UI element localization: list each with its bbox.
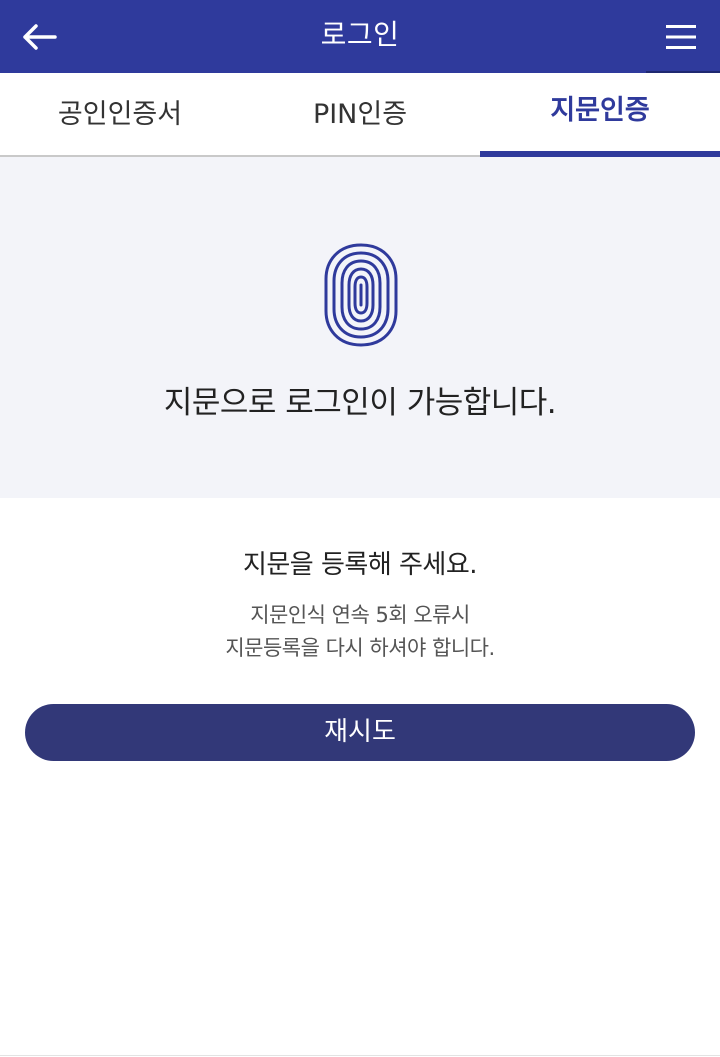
retry-button[interactable]: 재시도: [25, 704, 695, 761]
app-header: 로그인: [0, 0, 720, 73]
error-notice-line-2: 지문등록을 다시 하셔야 합니다.: [225, 636, 495, 660]
page-title: 로그인: [320, 18, 400, 51]
fingerprint-hero: 지문으로 로그인이 가능합니다.: [0, 157, 720, 498]
tab-pin[interactable]: PIN인증: [240, 73, 480, 155]
fingerprint-login-message: 지문으로 로그인이 가능합니다.: [163, 385, 557, 421]
fingerprint-icon: [324, 243, 398, 347]
back-button[interactable]: [14, 14, 64, 60]
login-method-tabs: 공인인증서 PIN인증 지문인증: [0, 73, 720, 157]
tab-fingerprint[interactable]: 지문인증: [480, 73, 720, 157]
menu-button[interactable]: [656, 14, 706, 60]
arrow-left-icon: [23, 24, 57, 50]
register-prompt: 지문을 등록해 주세요.: [242, 550, 478, 580]
bottom-divider: [0, 1055, 720, 1056]
tab-certificate[interactable]: 공인인증서: [0, 73, 240, 155]
error-notice-line-1: 지문인식 연속 5회 오류시: [250, 603, 470, 627]
hamburger-menu-icon: [666, 25, 696, 49]
